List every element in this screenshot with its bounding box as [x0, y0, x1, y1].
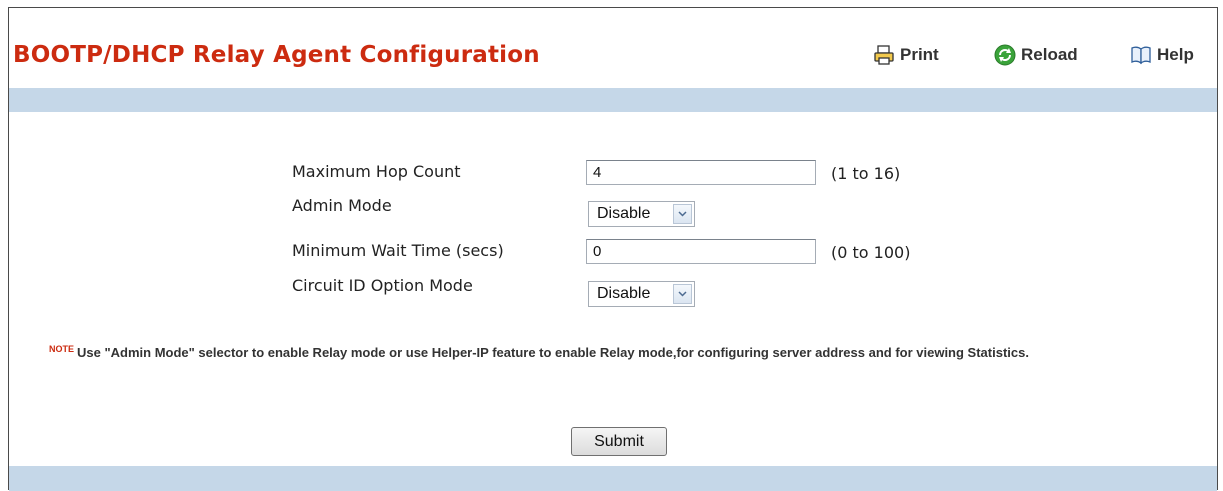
- chevron-down-icon[interactable]: [673, 284, 692, 304]
- min-wait-time-range: (0 to 100): [831, 243, 911, 262]
- max-hop-count-label: Maximum Hop Count: [292, 162, 461, 181]
- reload-button[interactable]: Reload: [994, 42, 1078, 68]
- help-label: Help: [1157, 45, 1194, 64]
- print-button[interactable]: Print: [873, 42, 939, 68]
- admin-mode-value: Disable: [597, 205, 651, 222]
- chevron-down-icon[interactable]: [673, 204, 692, 224]
- config-panel: BOOTP/DHCP Relay Agent Configuration Pri…: [8, 7, 1218, 491]
- print-label: Print: [900, 45, 939, 64]
- note-body: Use "Admin Mode" selector to enable Rela…: [77, 345, 1029, 360]
- help-button[interactable]: Help: [1130, 42, 1194, 68]
- circuit-id-option-mode-label: Circuit ID Option Mode: [292, 276, 473, 295]
- max-hop-count-range: (1 to 16): [831, 164, 901, 183]
- admin-mode-label: Admin Mode: [292, 196, 392, 215]
- note-label: NOTE: [49, 344, 75, 354]
- circuit-id-option-mode-value: Disable: [597, 285, 651, 302]
- min-wait-time-input[interactable]: [586, 239, 816, 264]
- min-wait-time-label: Minimum Wait Time (secs): [292, 241, 504, 260]
- max-hop-count-input[interactable]: [586, 160, 816, 185]
- circuit-id-option-mode-select[interactable]: Disable: [588, 281, 695, 307]
- submit-button[interactable]: Submit: [571, 427, 667, 456]
- reload-icon: [994, 44, 1016, 66]
- reload-label: Reload: [1021, 45, 1078, 64]
- header-band: [9, 88, 1217, 112]
- footer-band: [9, 466, 1217, 491]
- page-title: BOOTP/DHCP Relay Agent Configuration: [13, 42, 540, 68]
- admin-mode-select[interactable]: Disable: [588, 201, 695, 227]
- printer-icon: [873, 44, 895, 66]
- help-book-icon: [1130, 44, 1152, 66]
- note-text: NOTE Use "Admin Mode" selector to enable …: [49, 344, 1029, 360]
